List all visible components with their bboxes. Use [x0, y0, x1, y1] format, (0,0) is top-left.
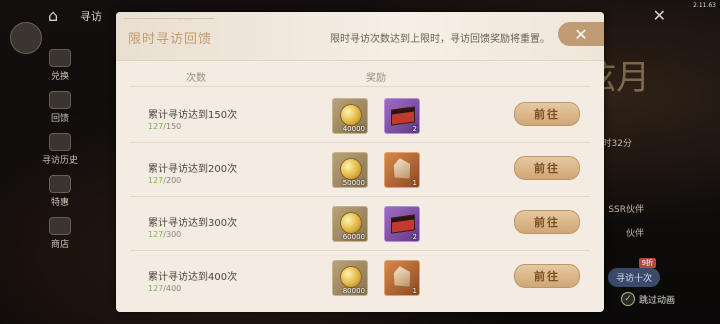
panel-header: ····· 限时寻访回馈 限时寻访次数达到上限时，寻访回馈奖励将重置。 ✕	[116, 12, 604, 61]
reward-row: 累计寻访达到400次 127/400 80000 1 前往	[132, 260, 588, 310]
go-button[interactable]: 前往	[514, 102, 580, 126]
discount-badge: 9折	[638, 258, 656, 268]
skip-animation-toggle[interactable]: ✓ 跳过动画	[620, 292, 675, 306]
feedback-icon	[49, 91, 71, 109]
divider	[130, 142, 590, 143]
shop-icon	[49, 217, 71, 235]
row-progress: 127/150	[148, 122, 182, 131]
left-menu: 兑换 回馈 寻访历史 特惠 商店	[40, 48, 80, 250]
close-icon: ✕	[574, 24, 588, 44]
home-icon[interactable]: ⌂	[48, 6, 58, 25]
divider	[130, 86, 590, 87]
title-dots-decoration: ·····	[178, 17, 193, 24]
deal-icon	[49, 175, 71, 193]
coin-reward[interactable]: 80000	[332, 260, 368, 296]
exchange-icon	[49, 49, 71, 67]
left-menu-item-shop[interactable]: 商店	[40, 216, 80, 250]
nav-title: 寻访	[80, 10, 102, 23]
coin-icon	[340, 266, 362, 288]
check-icon: ✓	[620, 292, 635, 306]
chest-icon	[391, 106, 415, 126]
column-header-count: 次数	[186, 73, 206, 84]
panel-note: 限时寻访次数达到上限时，寻访回馈奖励将重置。	[330, 34, 550, 45]
visit-ten-button[interactable]: 寻访十次	[607, 268, 660, 287]
coin-icon	[340, 104, 362, 126]
history-icon	[49, 133, 71, 151]
coin-icon	[340, 212, 362, 234]
reward-row: 累计寻访达到200次 127/200 50000 1 前往	[132, 152, 588, 202]
ur-partner-label: 伙伴	[625, 229, 644, 239]
reward-row: 累计寻访达到300次 127/300 60000 2 前往	[132, 206, 588, 256]
go-button[interactable]: 前往	[514, 210, 580, 234]
close-button[interactable]: ✕	[558, 22, 604, 46]
go-button[interactable]: 前往	[514, 264, 580, 288]
gem-icon	[391, 156, 413, 181]
version-label: 2.11.63	[693, 2, 716, 9]
coin-reward[interactable]: 40000	[332, 98, 368, 134]
divider	[130, 196, 590, 197]
row-title: 累计寻访达到150次	[148, 110, 238, 121]
item-reward[interactable]: 2	[384, 206, 420, 242]
row-progress: 127/300	[148, 230, 182, 239]
panel-title: 限时寻访回馈	[128, 32, 213, 47]
title-decoration	[124, 18, 214, 19]
item-reward[interactable]: 1	[384, 260, 420, 296]
row-progress: 127/400	[148, 284, 182, 293]
reward-panel: ····· 限时寻访回馈 限时寻访次数达到上限时，寻访回馈奖励将重置。 ✕ 次数…	[116, 12, 604, 312]
reward-row: 累计寻访达到150次 127/150 40000 2 前往	[132, 98, 588, 148]
row-title: 累计寻访达到400次	[148, 272, 238, 283]
coin-reward[interactable]: 60000	[332, 206, 368, 242]
item-reward[interactable]: 2	[384, 98, 420, 134]
left-menu-item-feedback[interactable]: 回馈	[40, 90, 80, 124]
timer-text: 时32分	[602, 139, 632, 149]
coin-icon	[340, 158, 362, 180]
coin-reward[interactable]: 50000	[332, 152, 368, 188]
avatar[interactable]	[10, 22, 42, 54]
shuffle-icon[interactable]: ✕	[653, 6, 666, 25]
column-header-reward: 奖励	[366, 73, 386, 84]
row-progress: 127/200	[148, 176, 182, 185]
go-button[interactable]: 前往	[514, 156, 580, 180]
ssr-partner-label: SSR伙伴	[608, 205, 644, 215]
gem-icon	[391, 264, 413, 289]
chest-icon	[391, 214, 415, 234]
item-reward[interactable]: 1	[384, 152, 420, 188]
left-menu-item-deal[interactable]: 特惠	[40, 174, 80, 208]
left-menu-item-history[interactable]: 寻访历史	[40, 132, 80, 166]
row-title: 累计寻访达到200次	[148, 164, 238, 175]
divider	[130, 250, 590, 251]
left-menu-item-exchange[interactable]: 兑换	[40, 48, 80, 82]
row-title: 累计寻访达到300次	[148, 218, 238, 229]
